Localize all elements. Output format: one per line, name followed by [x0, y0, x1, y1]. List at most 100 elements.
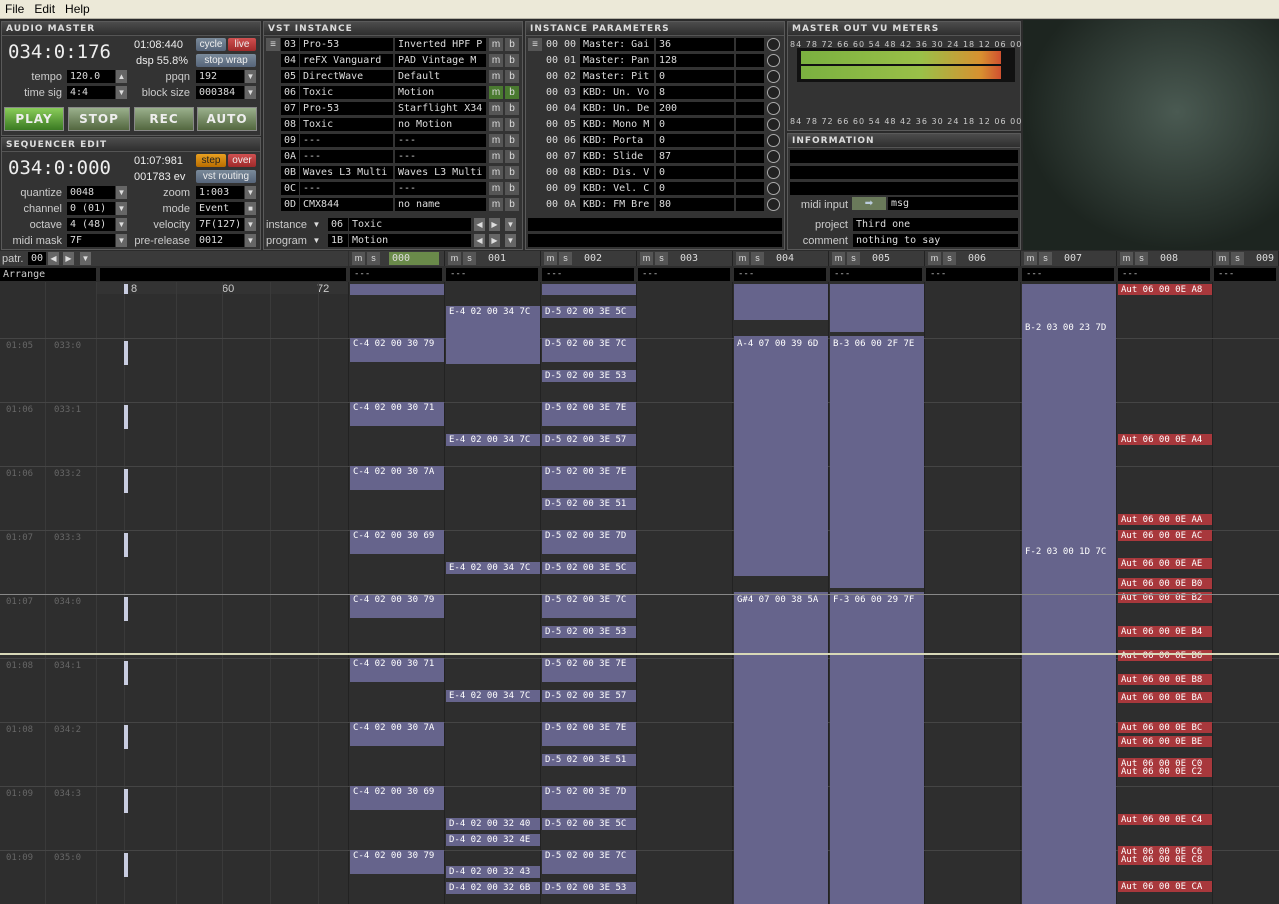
- stop-wrap-button[interactable]: stop wrap: [196, 54, 256, 67]
- note-event[interactable]: E-4 02 00 34 7C: [446, 690, 540, 702]
- track-solo-button[interactable]: s: [943, 252, 956, 265]
- live-button[interactable]: live: [228, 38, 256, 51]
- step-button[interactable]: step: [196, 154, 226, 167]
- automation-event[interactable]: Aut 06 00 0E C4: [1118, 814, 1212, 825]
- vst-row-bypass-button[interactable]: b: [505, 70, 519, 83]
- params-menu-icon[interactable]: ≡: [528, 38, 542, 51]
- note-event[interactable]: F-2 03 00 1D 7C: [1022, 546, 1116, 558]
- ppqn-field[interactable]: 192: [196, 70, 244, 83]
- note-event[interactable]: D-5 02 00 3E 5C: [542, 306, 636, 318]
- program-prev-icon[interactable]: ◀: [474, 234, 485, 247]
- zoom-dropdown-icon[interactable]: ▼: [245, 186, 256, 199]
- automation-event[interactable]: Aut 06 00 0E AA: [1118, 514, 1212, 525]
- note-event[interactable]: E-4 02 00 34 7C: [446, 306, 540, 318]
- track-solo-button[interactable]: s: [751, 252, 764, 265]
- param-knob-icon[interactable]: [767, 86, 780, 99]
- note-event[interactable]: D-5 02 00 3E 7D: [542, 530, 636, 554]
- track-mute-button[interactable]: m: [1120, 252, 1133, 265]
- note-event[interactable]: D-5 02 00 3E 7D: [542, 786, 636, 810]
- note-event[interactable]: E-4 02 00 34 7C: [446, 562, 540, 574]
- vst-row-preset[interactable]: ---: [395, 150, 486, 163]
- timesig-field[interactable]: 4:4: [67, 86, 115, 99]
- prerelease-field[interactable]: 0012: [196, 234, 244, 247]
- note-event[interactable]: C-4 02 00 30 79: [350, 338, 444, 362]
- vst-row-bypass-button[interactable]: b: [505, 38, 519, 51]
- vst-list-menu-icon[interactable]: ≡: [266, 38, 280, 51]
- param-row-value[interactable]: 200: [656, 102, 734, 115]
- vst-row-mute-button[interactable]: m: [489, 38, 503, 51]
- zoom-field[interactable]: 1:003: [196, 186, 244, 199]
- automation-event[interactable]: Aut 06 00 0E CA: [1118, 881, 1212, 892]
- blocksize-dropdown-icon[interactable]: ▼: [245, 86, 256, 99]
- vst-row-name[interactable]: DirectWave: [300, 70, 393, 83]
- vst-row-name[interactable]: Toxic: [300, 118, 393, 131]
- track-mute-button[interactable]: m: [640, 252, 653, 265]
- cycle-button[interactable]: cycle: [196, 38, 226, 51]
- track-name[interactable]: 003: [677, 252, 727, 265]
- vst-row-bypass-button[interactable]: b: [505, 166, 519, 179]
- track-name[interactable]: 009: [1253, 252, 1279, 265]
- over-button[interactable]: over: [228, 154, 256, 167]
- vst-row-preset[interactable]: Waves L3 Multi: [395, 166, 486, 179]
- automation-event[interactable]: Aut 06 00 0E BC: [1118, 722, 1212, 733]
- note-event[interactable]: D-5 02 00 3E 7C: [542, 850, 636, 874]
- note-event[interactable]: G#4 07 00 38 5A: [734, 594, 828, 606]
- vst-row-bypass-button[interactable]: b: [505, 198, 519, 211]
- vst-row-mute-button[interactable]: m: [489, 134, 503, 147]
- vst-row-bypass-button[interactable]: b: [505, 118, 519, 131]
- track-name[interactable]: 006: [965, 252, 1015, 265]
- track-name[interactable]: 004: [773, 252, 823, 265]
- param-knob-icon[interactable]: [767, 198, 780, 211]
- vst-row-preset[interactable]: Motion: [395, 86, 486, 99]
- vst-row-preset[interactable]: no Motion: [395, 118, 486, 131]
- param-row-value[interactable]: 36: [656, 38, 734, 51]
- track-solo-button[interactable]: s: [1231, 252, 1244, 265]
- track-mute-button[interactable]: m: [352, 252, 365, 265]
- vst-row-name[interactable]: reFX Vanguard: [300, 54, 393, 67]
- vst-row-bypass-button[interactable]: b: [505, 102, 519, 115]
- vst-row-name[interactable]: Toxic: [300, 86, 393, 99]
- arrange-field[interactable]: Arrange: [0, 268, 96, 281]
- note-event[interactable]: C-4 02 00 30 79: [350, 850, 444, 874]
- automation-event[interactable]: Aut 06 00 0E B0: [1118, 578, 1212, 589]
- vst-routing-button[interactable]: vst routing: [196, 170, 256, 183]
- note-event[interactable]: D-4 02 00 32 43: [446, 866, 540, 878]
- note-event[interactable]: B-3 06 00 2F 7E: [830, 338, 924, 350]
- note-event[interactable]: D-5 02 00 3E 53: [542, 370, 636, 382]
- track-mute-button[interactable]: m: [832, 252, 845, 265]
- vst-row-bypass-button[interactable]: b: [505, 134, 519, 147]
- vst-row-mute-button[interactable]: m: [489, 166, 503, 179]
- vst-row-name[interactable]: ---: [300, 134, 393, 147]
- note-event[interactable]: D-4 02 00 32 6B: [446, 882, 540, 894]
- vst-row-preset[interactable]: ---: [395, 182, 486, 195]
- automation-event[interactable]: Aut 06 00 0E B8: [1118, 674, 1212, 685]
- vst-row-name[interactable]: ---: [300, 150, 393, 163]
- track-mute-button[interactable]: m: [448, 252, 461, 265]
- vst-row-preset[interactable]: Default: [395, 70, 486, 83]
- note-event[interactable]: C-4 02 00 30 69: [350, 530, 444, 554]
- note-event[interactable]: D-5 02 00 3E 51: [542, 498, 636, 510]
- automation-event[interactable]: Aut 06 00 0E BA: [1118, 692, 1212, 703]
- track-mute-button[interactable]: m: [928, 252, 941, 265]
- vst-row-bypass-button[interactable]: b: [505, 182, 519, 195]
- vst-row-preset[interactable]: no name: [395, 198, 486, 211]
- track-solo-button[interactable]: s: [559, 252, 572, 265]
- note-event[interactable]: D-4 02 00 32 40: [446, 818, 540, 830]
- ppqn-dropdown-icon[interactable]: ▼: [245, 70, 256, 83]
- param-knob-icon[interactable]: [767, 102, 780, 115]
- velocity-field[interactable]: 7F(127): [196, 218, 244, 231]
- note-event[interactable]: D-5 02 00 3E 53: [542, 882, 636, 894]
- param-row-value[interactable]: 87: [656, 150, 734, 163]
- vst-row-name[interactable]: Waves L3 Multi: [300, 166, 393, 179]
- param-row-value[interactable]: 8: [656, 86, 734, 99]
- note-event[interactable]: D-5 02 00 3E 7C: [542, 594, 636, 618]
- note-event[interactable]: A-4 07 00 39 6D: [734, 338, 828, 350]
- mode-toggle-icon[interactable]: ■: [245, 202, 256, 215]
- instance-menu-icon[interactable]: ▼: [505, 218, 516, 231]
- vst-row-preset[interactable]: Inverted HPF P: [395, 38, 486, 51]
- track-name[interactable]: 007: [1061, 252, 1111, 265]
- param-row-value[interactable]: 0: [656, 70, 734, 83]
- pattern-prev-icon[interactable]: ◀: [48, 252, 59, 265]
- channel-dropdown-icon[interactable]: ▼: [116, 202, 127, 215]
- note-event[interactable]: D-5 02 00 3E 7E: [542, 722, 636, 746]
